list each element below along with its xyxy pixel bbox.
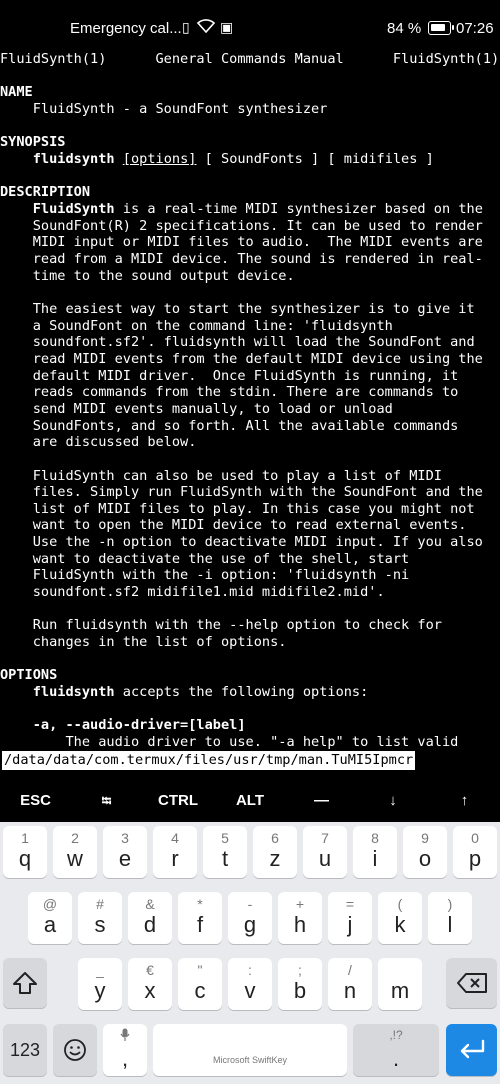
- alt-key[interactable]: ALT: [214, 780, 286, 822]
- space-brand-label: Microsoft SwiftKey: [212, 1055, 288, 1065]
- key-j[interactable]: = j: [328, 892, 372, 944]
- terminal-line: time to the sound output device.: [0, 267, 295, 284]
- comma-key[interactable]: ,: [103, 1024, 147, 1076]
- emoji-key[interactable]: [53, 1024, 97, 1076]
- key-w[interactable]: 2w: [53, 826, 97, 878]
- microphone-icon: [103, 1028, 147, 1045]
- key-k[interactable]: (k: [378, 892, 422, 944]
- terminal-line: NAME: [0, 84, 33, 101]
- terminal-line: a SoundFont on the command line: 'fluids…: [0, 317, 393, 334]
- key-r[interactable]: 4r: [153, 826, 197, 878]
- key-q[interactable]: 1q: [3, 826, 47, 878]
- key-h[interactable]: + h: [278, 892, 322, 944]
- terminal-line: changes in the list of options.: [0, 634, 287, 651]
- key-x[interactable]: € x: [128, 958, 172, 1010]
- tab-key[interactable]: ⭾: [71, 780, 142, 822]
- terminal-line: read MIDI events from the default MIDI d…: [0, 350, 483, 367]
- terminal-line: send MIDI events manually, to load or un…: [0, 400, 393, 417]
- key-i[interactable]: 8i: [353, 826, 397, 878]
- command-line: /data/data/com.termux/files/usr/tmp/man.…: [2, 751, 416, 770]
- key-t[interactable]: 5t: [203, 826, 247, 878]
- key-g[interactable]: -g: [228, 892, 272, 944]
- period-key[interactable]: ,!? .: [353, 1024, 439, 1076]
- key-s[interactable]: # s: [78, 892, 122, 944]
- dash-key[interactable]: —: [286, 780, 357, 822]
- key-m[interactable]: m: [378, 958, 422, 1010]
- sim-icon: ▯: [182, 19, 190, 35]
- numbers-key[interactable]: 123: [3, 1024, 47, 1076]
- status-bar: Emergency cal... ▯ ▣ 84 % 07:26: [0, 0, 500, 44]
- key-p[interactable]: 0p: [453, 826, 497, 878]
- extra-keys-row: ESC ⭾ CTRL ALT — ↓ ↑: [0, 780, 500, 822]
- description-first-line: FluidSynth is a real-time MIDI synthesiz…: [32, 201, 483, 217]
- battery-icon: [428, 21, 454, 35]
- terminal-line: FluidSynth(1) General Commands Manual Fl…: [0, 51, 500, 67]
- soft-keyboard: 1q2w3e4r5t6z7u8i9o0p @ a # s & d * f - g + h = j(k) l …: [0, 822, 500, 1084]
- terminal-view[interactable]: FluidSynth(1) General Commands Manual Fl…: [0, 51, 500, 771]
- terminal-line: read from a MIDI device. The sound is re…: [0, 250, 483, 267]
- battery-percent: 84 %: [387, 20, 422, 37]
- terminal-line: The easiest way to start the synthesizer…: [0, 300, 475, 317]
- key-n[interactable]: / n: [328, 958, 372, 1010]
- options-first-line: fluidsynth accepts the following options…: [32, 684, 369, 700]
- terminal-line: are discussed below.: [0, 434, 197, 451]
- terminal-line: reads commands from the stdin. There are…: [0, 384, 459, 401]
- terminal-line: FluidSynth - a SoundFont synthesizer: [0, 100, 328, 117]
- space-bar[interactable]: Microsoft SwiftKey: [153, 1024, 347, 1076]
- terminal-line: FluidSynth with the -i option: 'fluidsyn…: [0, 567, 410, 584]
- option-audio-driver: -a, --audio-driver=[label]: [0, 717, 246, 733]
- arrow-down-key[interactable]: ↓: [357, 780, 429, 822]
- terminal-line: The audio driver to use. "-a help" to li…: [0, 734, 459, 751]
- key-a[interactable]: @ a: [28, 892, 72, 944]
- esc-key[interactable]: ESC: [0, 780, 71, 822]
- terminal-line: FluidSynth can also be used to play a li…: [0, 467, 442, 484]
- key-d[interactable]: & d: [128, 892, 172, 944]
- terminal-line: MIDI input or MIDI files to audio. The M…: [0, 234, 483, 251]
- terminal-line: files. Simply run FluidSynth with the So…: [0, 484, 483, 501]
- notification-icon: ▣: [220, 19, 234, 35]
- key-c[interactable]: " c: [178, 958, 222, 1010]
- wifi-icon: [196, 19, 216, 36]
- terminal-line: want to deactivate the use of the shell,…: [0, 550, 410, 567]
- synopsis-line: fluidsynth [options] [ SoundFonts ] [ mi…: [32, 151, 434, 167]
- shift-icon: [3, 958, 47, 1008]
- key-b[interactable]: ; b: [278, 958, 322, 1010]
- arrow-up-key[interactable]: ↑: [429, 780, 500, 822]
- terminal-line: soundfont.sf2 midifile1.mid midifile2.mi…: [0, 584, 385, 601]
- terminal-line: default MIDI driver. Once FluidSynth is …: [0, 367, 459, 384]
- terminal-line: Run fluidsynth with the --help option to…: [0, 617, 442, 634]
- key-u[interactable]: 7u: [303, 826, 347, 878]
- enter-key[interactable]: [446, 1024, 497, 1076]
- key-v[interactable]: :v: [228, 958, 272, 1010]
- key-e[interactable]: 3e: [103, 826, 147, 878]
- ctrl-key[interactable]: CTRL: [142, 780, 214, 822]
- key-o[interactable]: 9o: [403, 826, 447, 878]
- emoji-icon: [53, 1024, 97, 1076]
- key-z[interactable]: 6z: [253, 826, 297, 878]
- terminal-line: SoundFont(R) 2 specifications. It can be…: [0, 217, 483, 234]
- terminal-line: SYNOPSIS: [0, 134, 66, 151]
- terminal-line: SoundFonts, and so forth. All the availa…: [0, 417, 459, 434]
- terminal-line: want to open the MIDI device to read ext…: [0, 517, 467, 534]
- terminal-line: soundfont.sf2'. fluidsynth will load the…: [0, 334, 475, 351]
- key-l[interactable]: ) l: [428, 892, 472, 944]
- terminal-line: Use the -n option to deactivate MIDI inp…: [0, 534, 483, 551]
- backspace-icon: [446, 958, 497, 1008]
- terminal-line: list of MIDI files to play. In this case…: [0, 500, 475, 517]
- terminal-line: OPTIONS: [0, 667, 58, 684]
- key-f[interactable]: * f: [178, 892, 222, 944]
- carrier-text: Emergency cal...: [70, 20, 182, 37]
- backspace-key[interactable]: [446, 958, 497, 1008]
- terminal-line: DESCRIPTION: [0, 184, 91, 201]
- key-y[interactable]: _ y: [78, 958, 122, 1010]
- enter-icon: [446, 1024, 497, 1076]
- shift-key[interactable]: [3, 958, 47, 1008]
